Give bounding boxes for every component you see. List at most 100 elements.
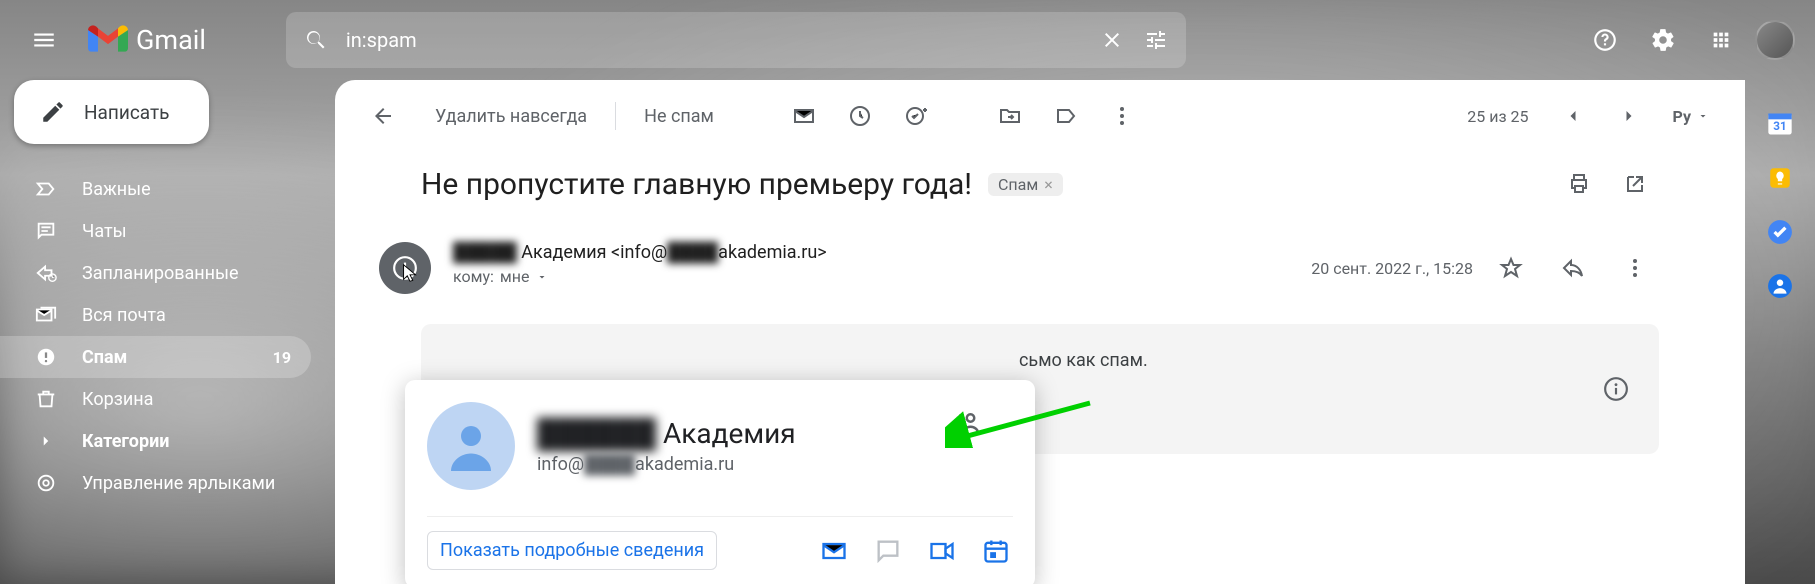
message-more-button[interactable]	[1611, 244, 1659, 292]
sidebar-item-spam[interactable]: Спам 19	[0, 336, 311, 378]
search-options-button[interactable]	[1142, 26, 1170, 54]
main-menu-button[interactable]	[20, 16, 68, 64]
tasks-app-button[interactable]	[1766, 218, 1794, 246]
settings-button[interactable]	[1639, 16, 1687, 64]
sidebar-item-label: Спам	[82, 347, 127, 368]
contact-avatar	[427, 402, 515, 490]
print-button[interactable]	[1555, 160, 1603, 208]
tasks-icon	[1767, 219, 1793, 245]
sidebar-item-scheduled[interactable]: Запланированные	[0, 252, 311, 294]
label-icon	[1054, 104, 1078, 128]
message-date: 20 сент. 2022 г., 15:28	[1311, 259, 1473, 278]
chevron-down-icon	[1697, 110, 1709, 122]
prev-message-button[interactable]	[1549, 92, 1597, 140]
sidebar-item-categories[interactable]: Категории	[0, 420, 311, 462]
help-icon	[1592, 27, 1618, 53]
trash-icon	[34, 387, 58, 411]
more-button[interactable]	[1098, 92, 1146, 140]
recipient-row[interactable]: кому: мне	[453, 267, 1311, 286]
sidebar-item-label: Категории	[82, 431, 169, 452]
input-method-label: Ру	[1673, 107, 1691, 126]
apps-button[interactable]	[1697, 16, 1745, 64]
chevron-right-icon	[1619, 106, 1639, 126]
clear-search-button[interactable]	[1098, 26, 1126, 54]
email-subject: Не пропустите главную премьеру года!	[421, 167, 972, 202]
arrow-back-icon	[371, 104, 395, 128]
labels-button[interactable]	[1042, 92, 1090, 140]
contact-name: ██████ Академия	[537, 417, 796, 450]
important-icon	[34, 177, 58, 201]
sidebar-item-labels[interactable]: Управление ярлыками	[0, 462, 311, 504]
mail-icon	[820, 537, 848, 565]
to-value: мне	[500, 267, 530, 286]
sidebar-item-trash[interactable]: Корзина	[0, 378, 311, 420]
show-details-link[interactable]: Показать подробные сведения	[427, 531, 717, 570]
not-spam-button[interactable]: Не спам	[624, 92, 734, 140]
mark-unread-button[interactable]	[780, 92, 828, 140]
task-icon	[904, 104, 928, 128]
banner-info-button[interactable]	[1595, 368, 1637, 410]
open-new-window-button[interactable]	[1611, 160, 1659, 208]
gmail-logo[interactable]: Gmail	[88, 24, 206, 56]
side-panel: 31	[1745, 80, 1815, 584]
svg-text:31: 31	[1773, 119, 1786, 133]
star-button[interactable]	[1487, 244, 1535, 292]
contacts-app-button[interactable]	[1766, 272, 1794, 300]
sidebar-item-label: Вся почта	[82, 305, 166, 326]
delete-forever-button[interactable]: Удалить навсегда	[415, 92, 607, 140]
header: Gmail	[0, 0, 1815, 80]
close-icon	[1100, 28, 1124, 52]
chat-icon	[34, 219, 58, 243]
scheduled-icon	[34, 261, 58, 285]
hamburger-icon	[31, 27, 57, 53]
sidebar-item-label: Запланированные	[82, 263, 239, 284]
add-task-button[interactable]	[892, 92, 940, 140]
search-bar[interactable]	[286, 12, 1186, 68]
calendar-app-button[interactable]: 31	[1766, 110, 1794, 138]
chevron-left-icon	[1563, 106, 1583, 126]
sidebar-item-label: Управление ярлыками	[82, 473, 275, 494]
compose-button[interactable]: Написать	[14, 80, 209, 144]
allmail-icon	[34, 303, 58, 327]
tune-icon	[1144, 28, 1168, 52]
banner-text: сьмо как спам.	[1019, 350, 1148, 371]
video-call-button[interactable]	[925, 534, 959, 568]
subject-row: Не пропустите главную премьеру года! Спа…	[335, 160, 1745, 208]
open-external-icon	[1623, 172, 1647, 196]
more-vert-icon	[1110, 104, 1134, 128]
keep-app-button[interactable]	[1766, 164, 1794, 192]
add-contact-button[interactable]	[953, 408, 985, 440]
calendar-icon	[982, 537, 1010, 565]
send-email-button[interactable]	[817, 534, 851, 568]
sidebar-item-chats[interactable]: Чаты	[0, 210, 311, 252]
header-right	[1581, 16, 1795, 64]
search-icon[interactable]	[302, 26, 330, 54]
contact-email: info@████akademia.ru	[537, 454, 796, 475]
chevron-right-icon	[34, 429, 58, 453]
chat-button[interactable]	[871, 534, 905, 568]
remove-label-button[interactable]: ×	[1044, 175, 1053, 194]
clock-icon	[848, 104, 872, 128]
message-meta: 20 сент. 2022 г., 15:28	[1311, 242, 1659, 294]
search-input[interactable]	[346, 28, 1082, 52]
pencil-icon	[40, 99, 66, 125]
schedule-event-button[interactable]	[979, 534, 1013, 568]
message-toolbar: Удалить навсегда Не спам 25 из 25 Ру	[335, 80, 1745, 152]
move-to-button[interactable]	[986, 92, 1034, 140]
snooze-button[interactable]	[836, 92, 884, 140]
more-vert-icon	[1623, 256, 1647, 280]
next-message-button[interactable]	[1605, 92, 1653, 140]
chevron-down-icon	[536, 271, 548, 283]
sidebar-item-label: Чаты	[82, 221, 127, 242]
sidebar-item-important[interactable]: Важные	[0, 168, 311, 210]
gear-icon	[1650, 27, 1676, 53]
account-avatar[interactable]	[1755, 20, 1795, 60]
reply-button[interactable]	[1549, 244, 1597, 292]
chip-text: Спам	[998, 175, 1038, 194]
spam-label-chip[interactable]: Спам ×	[988, 173, 1063, 196]
back-button[interactable]	[359, 92, 407, 140]
input-method-button[interactable]: Ру	[1661, 107, 1721, 126]
support-button[interactable]	[1581, 16, 1629, 64]
sender-avatar[interactable]	[379, 242, 431, 294]
sidebar-item-allmail[interactable]: Вся почта	[0, 294, 311, 336]
